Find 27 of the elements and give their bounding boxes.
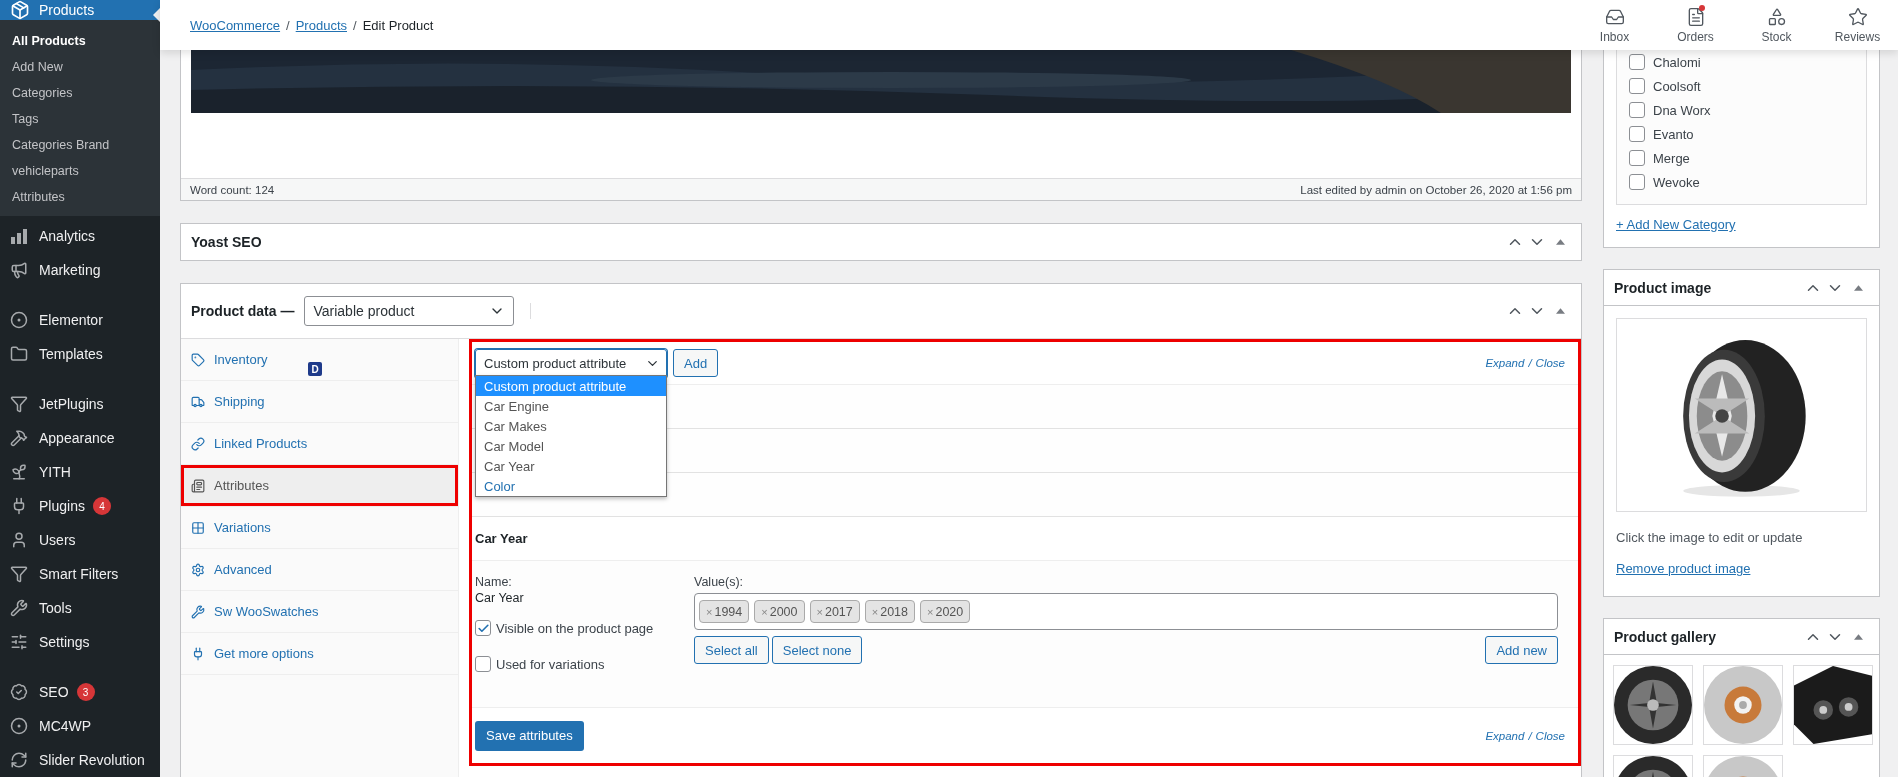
attribute-name: Car Year [475,531,528,546]
category-label: Chalomi [1653,54,1701,70]
last-edited-text: Last edited by admin on October 26, 2020 at 1:56 pm [1300,183,1572,196]
count-badge: 4 [92,497,111,515]
breadcrumb-current: Edit Product [362,17,434,33]
checkbox-label: Used for variations [496,656,605,672]
badge: D [308,362,322,376]
hint-text: Click the image to edit or update [1616,530,1804,545]
panel-title: Product image [1614,279,1712,296]
panel-title: Product data — [191,303,295,319]
panel-title: Yoast SEO [191,234,262,250]
attribute-name-value: Car Year [475,591,525,605]
panel-title: Product gallery [1614,628,1716,645]
separator-text: / [1528,729,1532,742]
category-label: Merge [1653,150,1690,166]
category-label: Wevoke [1653,174,1700,190]
checkbox-label: Visible on the product page [496,620,654,636]
category-label: Coolsoft [1653,78,1701,94]
word-count: Word count: 124 [190,183,275,196]
category-label: Dna Worx [1653,102,1711,118]
separator-text: / [286,17,290,33]
separator-text: / [1528,357,1532,369]
count-badge: 3 [76,683,95,701]
field-label: Value(s): [694,575,745,589]
field-label: Name: [475,575,513,589]
category-label: Evanto [1653,126,1694,142]
separator-text: / [353,17,357,33]
